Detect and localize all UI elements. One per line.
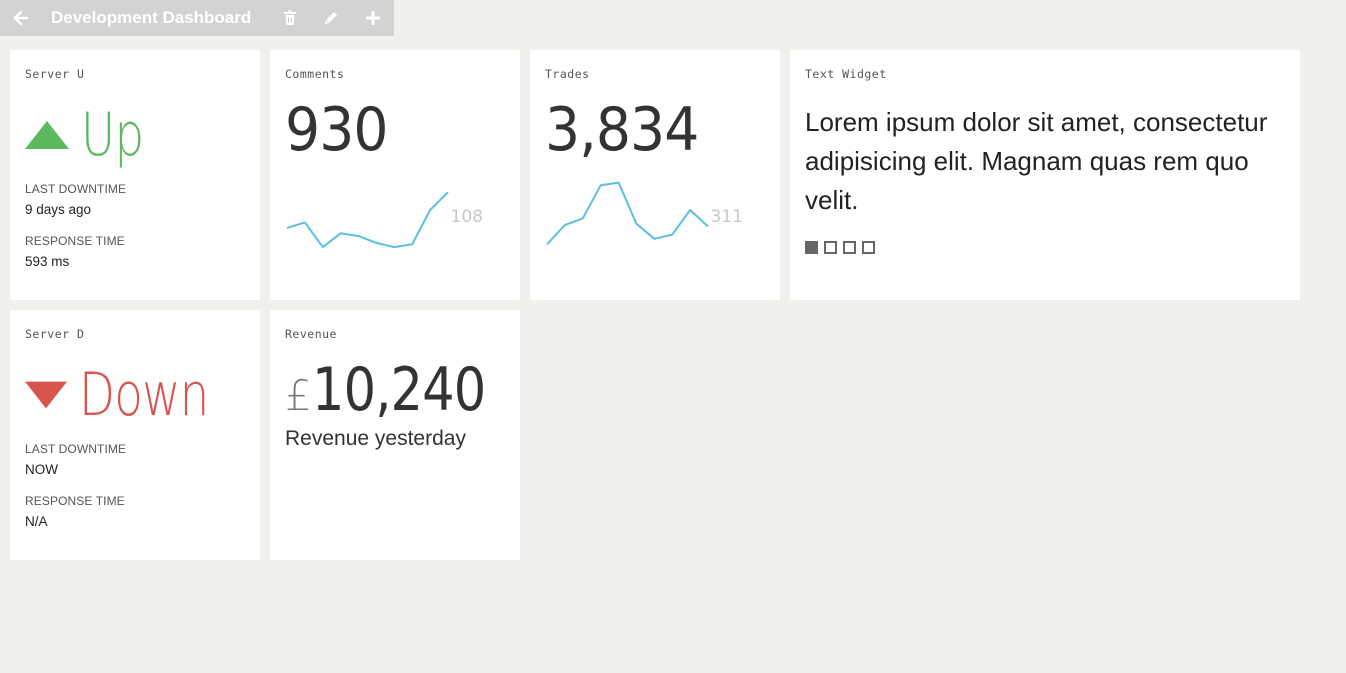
dashboard-header: Development Dashboard (0, 0, 394, 36)
revenue-value: 10,240 (311, 355, 486, 425)
pencil-icon (325, 12, 337, 24)
sparkline-last-value: 311 (710, 207, 743, 227)
back-button[interactable] (0, 0, 42, 36)
arrow-left-icon (13, 10, 29, 26)
pagination-dots (805, 241, 1285, 254)
trades-sparkline: 311 (545, 171, 765, 271)
response-time-value: N/A (25, 514, 48, 529)
page-dot-3[interactable] (843, 241, 856, 254)
status-row: Down (25, 363, 245, 427)
last-downtime-label: LAST DOWNTIME (25, 442, 127, 456)
text-widget-body: Lorem ipsum dolor sit amet, consectetur … (805, 107, 1268, 215)
dashboard-title: Development Dashboard (51, 8, 252, 27)
revenue-value-row: £ 10,240 (285, 355, 505, 425)
sparkline-chart (286, 191, 449, 249)
page-dot-4[interactable] (862, 241, 875, 254)
revenue-caption: Revenue yesterday (285, 427, 466, 450)
trash-icon (284, 10, 296, 25)
last-downtime-value: 9 days ago (25, 202, 92, 217)
currency-prefix: £ (285, 371, 312, 420)
comments-widget[interactable]: Comments 930 108 (270, 50, 520, 300)
trades-value: 3,834 (545, 95, 699, 165)
widget-title: Revenue (285, 327, 337, 341)
text-widget[interactable]: Text Widget Lorem ipsum dolor sit amet, … (790, 50, 1300, 300)
status-text: Down (78, 360, 209, 430)
status-text: Up (81, 100, 144, 170)
response-time-label: RESPONSE TIME (25, 494, 125, 508)
add-button[interactable] (363, 0, 383, 36)
edit-button[interactable] (321, 0, 341, 36)
comments-value: 930 (285, 95, 389, 165)
sparkline-line (546, 181, 709, 245)
page-dot-2[interactable] (824, 241, 837, 254)
widget-title: Text Widget (805, 67, 887, 81)
widget-title: Server D (25, 327, 85, 341)
response-time-label: RESPONSE TIME (25, 234, 125, 248)
server-u-widget[interactable]: Server U Up LAST DOWNTIME 9 days ago RES… (10, 50, 260, 300)
sparkline-chart (546, 181, 709, 245)
widget-title: Trades (545, 67, 590, 81)
status-row: Up (25, 103, 245, 167)
server-d-widget[interactable]: Server D Down LAST DOWNTIME NOW RESPONSE… (10, 310, 260, 560)
revenue-widget[interactable]: Revenue £ 10,240 Revenue yesterday (270, 310, 520, 560)
sparkline-last-value: 108 (450, 207, 483, 227)
widget-title: Server U (25, 67, 85, 81)
comments-sparkline: 108 (285, 171, 505, 271)
triangle-down-icon (25, 381, 67, 409)
last-downtime-value: NOW (25, 462, 58, 477)
triangle-up-icon (25, 121, 69, 149)
response-time-value: 593 ms (25, 254, 70, 269)
plus-icon (366, 11, 380, 25)
sparkline-line (286, 191, 449, 249)
page-dot-1[interactable] (805, 241, 818, 254)
widget-title: Comments (285, 67, 345, 81)
delete-button[interactable] (280, 0, 300, 36)
trades-widget[interactable]: Trades 3,834 311 (530, 50, 780, 300)
last-downtime-label: LAST DOWNTIME (25, 182, 127, 196)
